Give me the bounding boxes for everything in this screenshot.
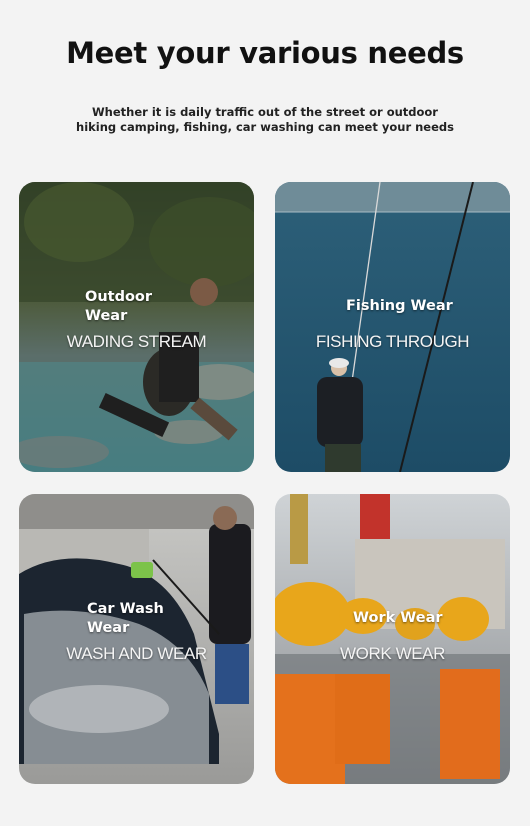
outdoor-label-line-2: Wear	[85, 308, 128, 324]
fishing-wear-card[interactable]: Fishing Wear FISHING THROUGH	[275, 182, 510, 472]
car-wash-photo	[19, 494, 254, 784]
car-wash-label-line-1: Car Wash	[87, 601, 164, 617]
car-wash-label-line-2: Wear	[87, 620, 130, 636]
work-wear-label: Work Wear	[353, 609, 443, 628]
work-label-line-1: Work Wear	[353, 610, 443, 626]
work-site-photo	[275, 494, 510, 784]
subtitle-line-1: Whether it is daily traffic out of the s…	[92, 105, 438, 119]
fishing-label-line-1: Fishing Wear	[346, 298, 453, 314]
outdoor-wear-card[interactable]: Outdoor Wear WADING STREAM	[19, 182, 254, 472]
work-caption: WORK WEAR	[339, 644, 445, 663]
fishing-sea-photo	[275, 182, 510, 472]
fishing-caption: FISHING THROUGH	[315, 332, 470, 351]
work-wear-card[interactable]: Work Wear WORK WEAR	[275, 494, 510, 784]
outdoor-label-line-1: Outdoor	[85, 289, 153, 305]
page-subtitle: Whether it is daily traffic out of the s…	[60, 105, 470, 135]
car-wash-wear-label: Car Wash Wear	[87, 600, 164, 638]
outdoor-wear-label: Outdoor Wear	[85, 288, 152, 326]
page-title: Meet your various needs	[66, 36, 464, 70]
fishing-wear-label: Fishing Wear	[346, 297, 453, 316]
subtitle-line-2: hiking camping, fishing, car washing can…	[76, 120, 454, 134]
outdoor-stream-photo	[19, 182, 254, 472]
car-wash-caption: WASH AND WEAR	[66, 644, 207, 663]
car-wash-wear-card[interactable]: Car Wash Wear WASH AND WEAR	[19, 494, 254, 784]
outdoor-caption: WADING STREAM	[66, 332, 207, 351]
